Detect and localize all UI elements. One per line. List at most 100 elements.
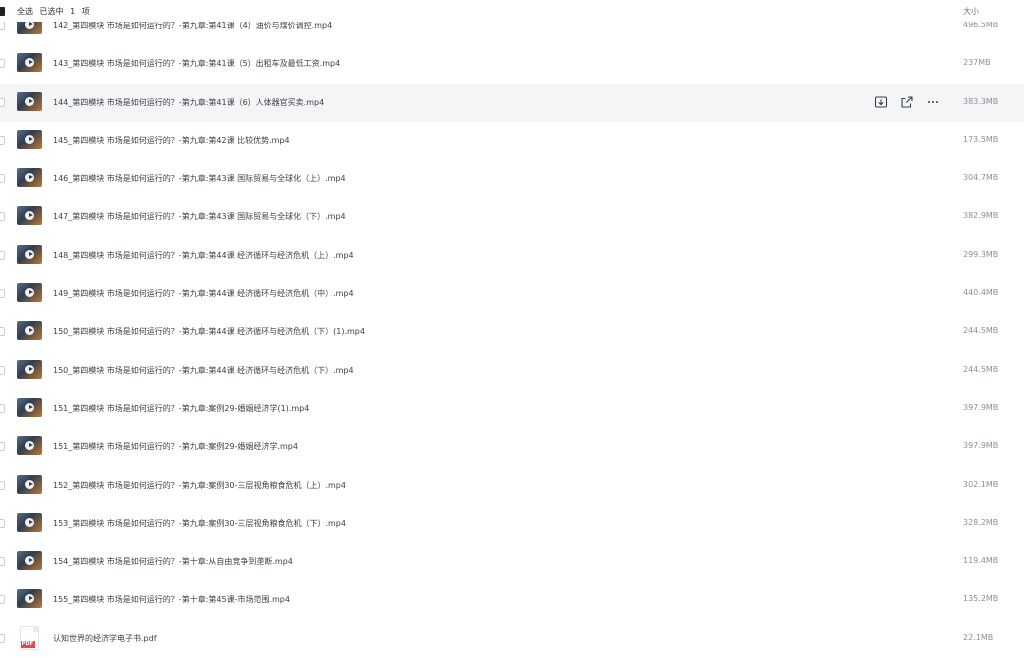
row-checkbox[interactable] <box>0 250 5 260</box>
file-name[interactable]: 143_第四模块 市场是如何运行的？-第九章:第41课（5）出租车及最低工资.m… <box>53 58 340 69</box>
play-icon <box>25 211 34 221</box>
size-column-header[interactable]: 大小 <box>963 6 979 17</box>
row-checkbox[interactable] <box>0 595 5 605</box>
video-thumbnail <box>17 129 42 149</box>
file-row[interactable]: 154_第四模块 市场是如何运行的？-第十章:从自由竞争到垄断.mp4 119.… <box>0 543 1024 581</box>
row-checkbox[interactable] <box>0 59 5 69</box>
file-row[interactable]: 150_第四模块 市场是如何运行的？-第九章:第44课 经济循环与经济危机（下）… <box>0 313 1024 351</box>
row-checkbox[interactable] <box>0 135 5 145</box>
row-checkbox[interactable] <box>0 480 5 490</box>
select-all-checkbox[interactable] <box>0 7 5 16</box>
file-name[interactable]: 153_第四模块 市场是如何运行的？-第九章:案例30-三层视角粮食危机（下）.… <box>53 518 346 529</box>
file-size: 302.1MB <box>963 479 999 489</box>
video-thumbnail <box>17 283 42 303</box>
play-icon <box>25 402 34 412</box>
file-size: 244.5MB <box>963 364 999 374</box>
file-name[interactable]: 149_第四模块 市场是如何运行的？-第九章:第44课 经济循环与经济危机（中）… <box>53 288 354 299</box>
play-icon <box>25 594 34 604</box>
play-icon <box>25 134 34 144</box>
share-icon[interactable] <box>900 94 914 108</box>
select-all-label[interactable]: 全选 <box>17 7 33 16</box>
file-name[interactable]: 151_第四模块 市场是如何运行的？-第九章:案例29-婚姻经济学.mp4 <box>53 441 298 452</box>
file-name[interactable]: 144_第四模块 市场是如何运行的？-第九章:第41课（6）人体器官买卖.mp4 <box>53 97 324 108</box>
row-checkbox[interactable] <box>0 403 5 413</box>
file-row[interactable]: 147_第四模块 市场是如何运行的？-第九章:第43课 国际贸易与全球化（下）.… <box>0 198 1024 236</box>
file-row[interactable]: 155_第四模块 市场是如何运行的？-第十章:第45课-市场范围.mp4 135… <box>0 581 1024 619</box>
file-row[interactable]: 145_第四模块 市场是如何运行的？-第九章:第42课 比较优势.mp4 173… <box>0 122 1024 160</box>
file-size: 328.2MB <box>963 517 999 527</box>
file-name[interactable]: 146_第四模块 市场是如何运行的？-第九章:第43课 国际贸易与全球化（上）.… <box>53 173 346 184</box>
row-checkbox[interactable] <box>0 289 5 299</box>
file-size: 397.9MB <box>963 441 999 451</box>
file-size: 382.9MB <box>963 211 999 221</box>
file-name[interactable]: 154_第四模块 市场是如何运行的？-第十章:从自由竞争到垄断.mp4 <box>53 556 293 567</box>
file-list: 142_第四模块 市场是如何运行的？-第九章:第41课（4）油价与煤价调控.mp… <box>0 7 1024 658</box>
video-thumbnail <box>17 359 42 379</box>
video-thumbnail <box>17 474 42 494</box>
file-name[interactable]: 150_第四模块 市场是如何运行的？-第九章:第44课 经济循环与经济危机（下）… <box>53 326 365 337</box>
video-thumbnail <box>17 551 42 571</box>
file-size: 299.3MB <box>963 249 999 259</box>
selected-label: 已选中 <box>39 7 64 16</box>
file-name[interactable]: 147_第四模块 市场是如何运行的？-第九章:第43课 国际贸易与全球化（下）.… <box>53 211 346 222</box>
video-thumbnail <box>17 53 42 73</box>
selected-count: 1 <box>70 7 76 16</box>
more-icon[interactable] <box>926 94 940 108</box>
video-thumbnail <box>17 244 42 264</box>
file-row[interactable]: 152_第四模块 市场是如何运行的？-第九章:案例30-三层视角粮食危机（上）.… <box>0 467 1024 505</box>
play-icon <box>25 173 34 183</box>
file-name[interactable]: 145_第四模块 市场是如何运行的？-第九章:第42课 比较优势.mp4 <box>53 135 290 146</box>
file-size: 304.7MB <box>963 173 999 183</box>
file-row[interactable]: 151_第四模块 市场是如何运行的？-第九章:案例29-婚姻经济学.mp4 39… <box>0 428 1024 466</box>
row-checkbox[interactable] <box>0 212 5 222</box>
file-row-hovered[interactable]: 144_第四模块 市场是如何运行的？-第九章:第41课（6）人体器官买卖.mp4… <box>0 83 1024 122</box>
file-name[interactable]: 148_第四模块 市场是如何运行的？-第九章:第44课 经济循环与经济危机（上）… <box>53 250 354 261</box>
pdf-file-icon: PDF <box>20 625 39 650</box>
play-icon <box>25 364 34 374</box>
file-size: 135.2MB <box>963 594 999 604</box>
row-checkbox[interactable] <box>0 633 5 643</box>
video-thumbnail <box>17 397 42 417</box>
row-checkbox[interactable] <box>0 174 5 184</box>
file-name[interactable]: 152_第四模块 市场是如何运行的？-第九章:案例30-三层视角粮食危机（上）.… <box>53 480 346 491</box>
file-row[interactable]: 148_第四模块 市场是如何运行的？-第九章:第44课 经济循环与经济危机（上）… <box>0 237 1024 275</box>
row-checkbox[interactable] <box>0 518 5 528</box>
row-checkbox[interactable] <box>0 557 5 567</box>
video-thumbnail <box>17 206 42 226</box>
play-icon <box>25 96 34 106</box>
file-row[interactable]: 149_第四模块 市场是如何运行的？-第九章:第44课 经济循环与经济危机（中）… <box>0 275 1024 313</box>
video-thumbnail <box>17 91 42 111</box>
row-checkbox[interactable] <box>0 21 5 30</box>
play-icon <box>25 479 34 489</box>
file-name[interactable]: 155_第四模块 市场是如何运行的？-第十章:第45课-市场范围.mp4 <box>53 594 290 605</box>
file-size: 119.4MB <box>963 556 999 566</box>
row-checkbox[interactable] <box>0 327 5 337</box>
file-row[interactable]: PDF 认知世界的经济学电子书.pdf 22.1MB <box>0 620 1024 658</box>
download-icon[interactable] <box>874 94 888 108</box>
row-checkbox[interactable] <box>0 442 5 452</box>
file-row[interactable]: 150_第四模块 市场是如何运行的？-第九章:第44课 经济循环与经济危机（下）… <box>0 352 1024 390</box>
video-thumbnail <box>17 168 42 188</box>
play-icon <box>25 288 34 298</box>
file-row[interactable]: 146_第四模块 市场是如何运行的？-第九章:第43课 国际贸易与全球化（上）.… <box>0 160 1024 198</box>
video-thumbnail <box>17 436 42 456</box>
file-size: 440.4MB <box>963 288 999 298</box>
play-icon <box>25 441 34 451</box>
page-fold <box>33 626 38 632</box>
row-checkbox[interactable] <box>0 97 5 107</box>
file-row[interactable]: 151_第四模块 市场是如何运行的？-第九章:案例29-婚姻经济学(1).mp4… <box>0 390 1024 428</box>
video-thumbnail <box>17 589 42 609</box>
file-name[interactable]: 151_第四模块 市场是如何运行的？-第九章:案例29-婚姻经济学(1).mp4 <box>53 403 309 414</box>
file-size: 237MB <box>963 58 991 68</box>
row-checkbox[interactable] <box>0 365 5 375</box>
video-thumbnail <box>17 321 42 341</box>
file-name[interactable]: 认知世界的经济学电子书.pdf <box>53 633 157 644</box>
file-row[interactable]: 143_第四模块 市场是如何运行的？-第九章:第41课（5）出租车及最低工资.m… <box>0 45 1024 83</box>
file-row[interactable]: 153_第四模块 市场是如何运行的？-第九章:案例30-三层视角粮食危机（下）.… <box>0 505 1024 543</box>
play-icon <box>25 58 34 68</box>
file-name[interactable]: 150_第四模块 市场是如何运行的？-第九章:第44课 经济循环与经济危机（下）… <box>53 365 354 376</box>
play-icon <box>25 249 34 259</box>
pdf-badge: PDF <box>21 640 35 648</box>
play-icon <box>25 556 34 566</box>
file-size: 22.1MB <box>963 632 994 642</box>
